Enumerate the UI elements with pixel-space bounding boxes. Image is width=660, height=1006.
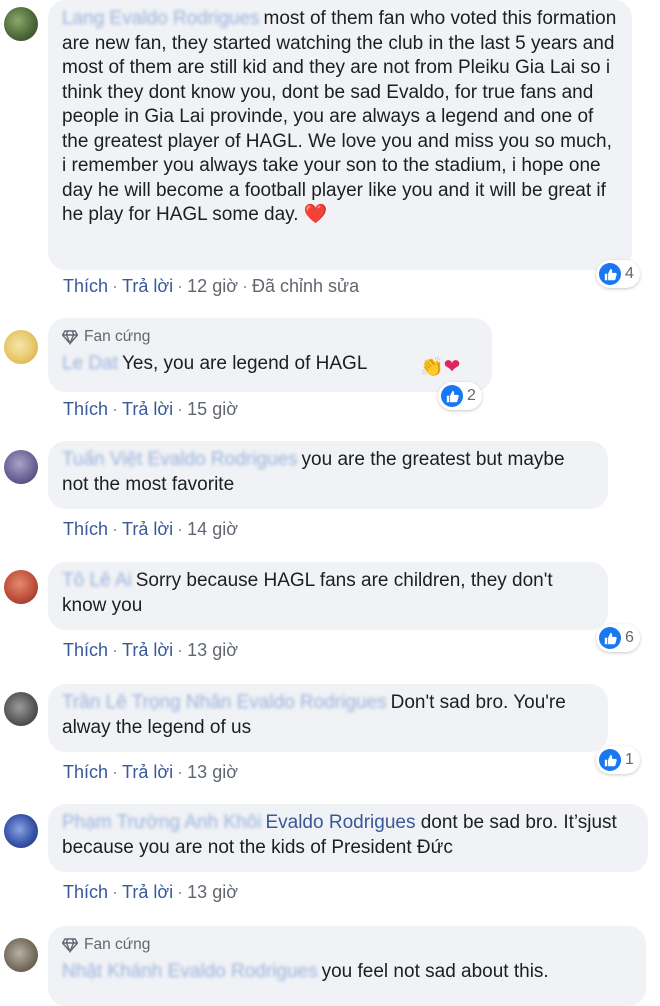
- comment-text: you feel not sad about this.: [321, 960, 549, 982]
- avatar[interactable]: [4, 814, 38, 848]
- avatar[interactable]: [4, 938, 38, 972]
- reaction-count[interactable]: 4: [596, 260, 640, 288]
- timestamp[interactable]: 13 giờ: [187, 640, 238, 660]
- timestamp[interactable]: 15 giờ: [187, 399, 238, 419]
- comment-actions: Thích · Trả lời · 13 giờ: [63, 882, 239, 902]
- reply-link[interactable]: Trả lời: [122, 399, 173, 419]
- comment-actions: Thích · Trả lời · 12 giờ · Đã chỉnh sửa: [63, 276, 360, 296]
- reaction-count[interactable]: 2: [438, 382, 482, 410]
- timestamp[interactable]: 13 giờ: [187, 762, 238, 782]
- comment-bubble: Tuấn Việt Evaldo Rodrigues you are the gr…: [48, 441, 608, 509]
- comment-actions: Thích · Trả lời · 15 giờ: [63, 399, 239, 419]
- like-link[interactable]: Thích: [63, 640, 108, 660]
- fan-badge: Fan cứng: [62, 933, 632, 958]
- comment-actions: Thích · Trả lời · 13 giờ: [63, 762, 239, 782]
- heart-emoji: ❤️: [303, 204, 328, 225]
- comment-bubble: Lang Evaldo Rodrigues most of them fan wh…: [48, 0, 632, 270]
- comment-author[interactable]: Le Dat: [62, 353, 118, 374]
- reply-link[interactable]: Trả lời: [122, 882, 173, 902]
- reaction-emojis: 👏❤: [420, 354, 460, 379]
- reply-link[interactable]: Trả lời: [122, 276, 173, 296]
- reaction-count[interactable]: 6: [596, 624, 640, 652]
- comment-author[interactable]: Phạm Trường Anh Khôi: [62, 812, 261, 833]
- comment-author[interactable]: Trần Lê Trọng Nhân Evaldo Rodrigues: [62, 692, 387, 713]
- avatar[interactable]: [4, 330, 38, 364]
- comment-bubble: Phạm Trường Anh Khôi Evaldo Rodrigues don…: [48, 804, 648, 872]
- comment-author[interactable]: Tuấn Việt Evaldo Rodrigues: [62, 449, 298, 470]
- comment-bubble: Tô Lê Ai Sorry because HAGL fans are chil…: [48, 562, 608, 630]
- comment-author[interactable]: Tô Lê Ai: [62, 570, 132, 591]
- comment-bubble: Fan cứng Nhật Khánh Evaldo Rodrigues you …: [48, 926, 646, 1006]
- avatar[interactable]: [4, 570, 38, 604]
- reaction-number: 1: [625, 751, 634, 768]
- comment-bubble: Trần Lê Trọng Nhân Evaldo Rodrigues Don't…: [48, 684, 608, 752]
- reply-link[interactable]: Trả lời: [122, 762, 173, 782]
- like-link[interactable]: Thích: [63, 882, 108, 902]
- diamond-icon: [62, 330, 78, 346]
- timestamp[interactable]: 13 giờ: [187, 882, 238, 902]
- timestamp[interactable]: 12 giờ: [187, 276, 238, 296]
- heart-emoji: ❤: [443, 356, 461, 378]
- like-link[interactable]: Thích: [63, 519, 108, 539]
- reaction-number: 6: [625, 629, 634, 646]
- diamond-icon: [62, 938, 78, 954]
- thumbs-up-icon: [599, 627, 621, 649]
- like-link[interactable]: Thích: [63, 276, 108, 296]
- comment-text: most of them fan who voted this formatio…: [62, 8, 617, 225]
- comment-author[interactable]: Nhật Khánh Evaldo Rodrigues: [62, 961, 318, 982]
- comment-actions: Thích · Trả lời · 13 giờ: [63, 640, 239, 660]
- comment-author[interactable]: Lang Evaldo Rodrigues: [62, 8, 260, 29]
- mention-link[interactable]: Evaldo Rodrigues: [265, 812, 415, 833]
- avatar[interactable]: [4, 450, 38, 484]
- avatar[interactable]: [4, 692, 38, 726]
- timestamp[interactable]: 14 giờ: [187, 519, 238, 539]
- thumbs-up-icon: [599, 749, 621, 771]
- comment-actions: Thích · Trả lời · 14 giờ: [63, 519, 239, 539]
- reply-link[interactable]: Trả lời: [122, 519, 173, 539]
- fan-badge: Fan cứng: [62, 325, 478, 350]
- avatar[interactable]: [4, 7, 38, 41]
- reply-link[interactable]: Trả lời: [122, 640, 173, 660]
- reaction-number: 4: [625, 265, 634, 282]
- reaction-number: 2: [467, 387, 476, 404]
- thumbs-up-icon: [441, 385, 463, 407]
- badge-label: Fan cứng: [84, 328, 151, 345]
- comment-text: Yes, you are legend of HAGL: [121, 352, 368, 374]
- comment-text: Sorry because HAGL fans are children, th…: [62, 570, 553, 616]
- badge-label: Fan cứng: [84, 936, 151, 953]
- clap-emoji: 👏: [420, 357, 444, 378]
- reaction-count[interactable]: 1: [596, 746, 640, 774]
- like-link[interactable]: Thích: [63, 399, 108, 419]
- like-link[interactable]: Thích: [63, 762, 108, 782]
- thumbs-up-icon: [599, 263, 621, 285]
- edited-label: Đã chỉnh sửa: [252, 276, 360, 296]
